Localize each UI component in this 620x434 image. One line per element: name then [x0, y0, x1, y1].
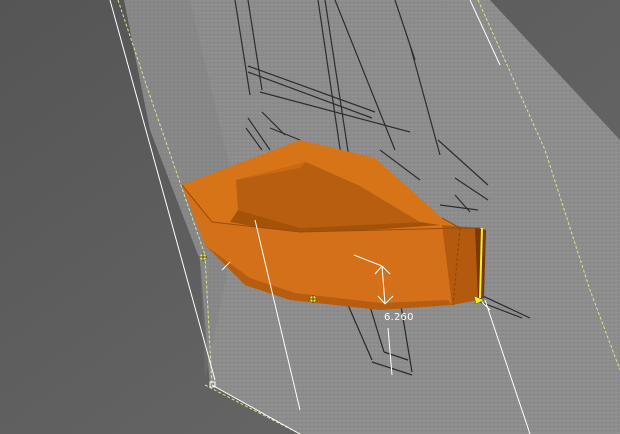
model-scene[interactable]	[0, 0, 620, 434]
cad-3d-viewport[interactable]: 6.260	[0, 0, 620, 434]
